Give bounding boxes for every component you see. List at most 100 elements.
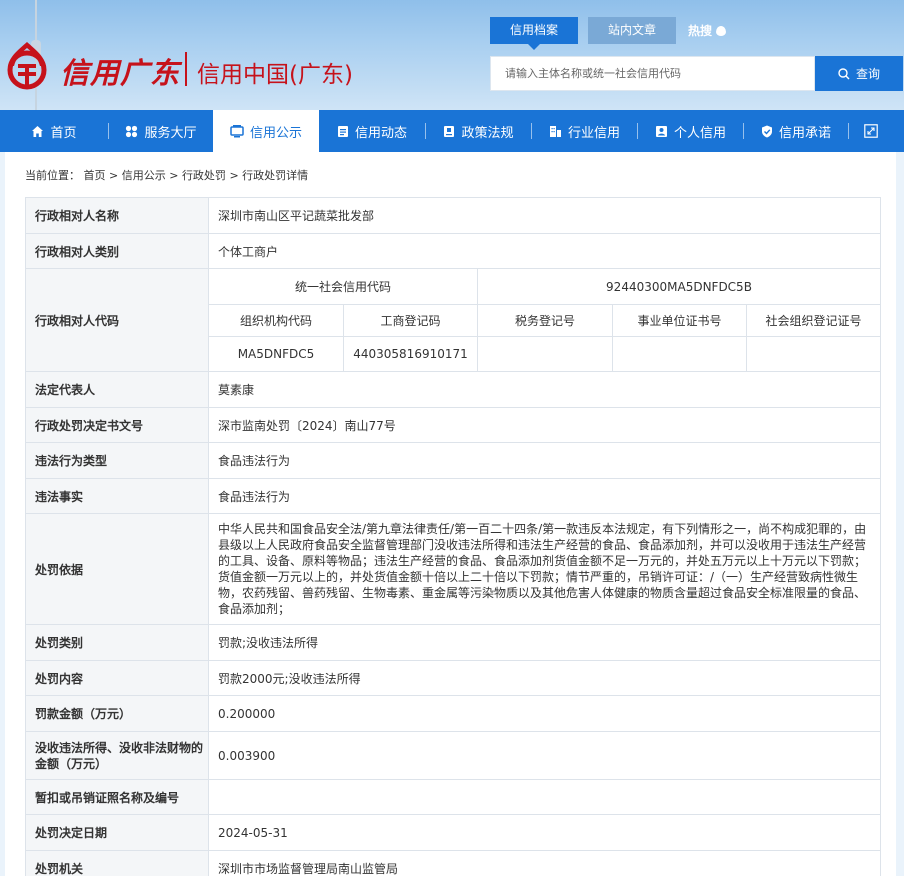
table-row: 行政相对人类别 个体工商户 [25, 233, 881, 269]
nav-label-credit-commitment: 信用承诺 [778, 125, 831, 141]
hot-search[interactable]: 热搜 [688, 22, 727, 39]
field-value: 食品违法行为 [208, 478, 881, 514]
code-value-social [746, 336, 881, 372]
nav-label-policy-regulations: 政策法规 [461, 125, 514, 141]
nav-label-credit-publicity: 信用公示 [249, 125, 302, 141]
expand-icon [864, 124, 878, 138]
field-value: 莫素康 [208, 371, 881, 408]
code-value-uscc: 92440300MA5DNFDC5B [477, 268, 881, 305]
building-icon [549, 125, 561, 137]
credit-logo-icon[interactable] [4, 40, 50, 92]
tab-credit-archive[interactable]: 信用档案 [490, 17, 579, 50]
nav-item-home[interactable]: 首页 [0, 110, 108, 152]
table-row: 处罚类别 罚款;没收违法所得 [25, 624, 881, 661]
code-header-org: 组织机构代码 [208, 304, 344, 337]
code-value-biz-reg: 440305816910171 [343, 336, 478, 372]
nav-item-personal-credit[interactable]: 个人信用 [638, 110, 743, 152]
penalty-detail-table: 行政相对人名称 深圳市南山区平记蔬菜批发部 行政相对人类别 个体工商户 行政相对… [25, 197, 881, 876]
table-row: 没收违法所得、没收非法财物的金额（万元） 0.003900 [25, 731, 881, 780]
field-value: 罚款2000元;没收违法所得 [208, 660, 881, 696]
nav-item-industry-credit[interactable]: 行业信用 [532, 110, 637, 152]
code-header-uscc: 统一社会信用代码 [208, 268, 478, 305]
field-value: 中华人民共和国食品安全法/第九章法律责任/第一百二十四条/第一款违反本法规定，有… [208, 513, 881, 625]
logo-text[interactable]: 信用广东 [60, 50, 180, 92]
field-value [208, 779, 881, 815]
nav-label-credit-news: 信用动态 [354, 125, 407, 141]
search-button-label: 查询 [855, 67, 880, 81]
nav-item-credit-publicity[interactable]: 信用公示 [213, 110, 319, 152]
code-header-tax: 税务登记号 [477, 304, 613, 337]
breadcrumb: 当前位置： 首页 > 信用公示 > 行政处罚 > 行政处罚详情 [25, 167, 308, 183]
search-input[interactable] [491, 57, 814, 90]
nav-item-credit-commitment[interactable]: 信用承诺 [744, 110, 848, 152]
table-row: 暂扣或吊销证照名称及编号 [25, 779, 881, 815]
monitor-icon [230, 124, 244, 137]
table-row: 违法行为类型 食品违法行为 [25, 442, 881, 479]
code-value-tax [477, 336, 613, 372]
nav-label-service-hall: 服务大厅 [144, 125, 197, 141]
table-row: 行政处罚决定书文号 深市监南处罚〔2024〕南山77号 [25, 407, 881, 443]
table-row: 罚款金额（万元） 0.200000 [25, 695, 881, 732]
tab-site-articles[interactable]: 站内文章 [588, 17, 677, 44]
field-value: 0.003900 [208, 731, 881, 780]
shield-icon [761, 125, 772, 137]
nav-label-personal-credit: 个人信用 [673, 125, 726, 141]
nav-item-policy-regulations[interactable]: 政策法规 [426, 110, 531, 152]
breadcrumb-separator: > [109, 169, 119, 182]
field-value: 食品违法行为 [208, 442, 881, 479]
field-label: 行政相对人名称 [25, 197, 209, 234]
breadcrumb-item-admin-penalty[interactable]: 行政处罚 [182, 169, 226, 182]
person-card-icon [655, 125, 667, 137]
table-row: 处罚内容 罚款2000元;没收违法所得 [25, 660, 881, 696]
field-label: 行政相对人代码 [25, 268, 209, 372]
code-header-inst: 事业单位证书号 [612, 304, 747, 337]
breadcrumb-item-penalty-detail: 行政处罚详情 [242, 169, 309, 182]
site-name[interactable]: 信用中国(广东) [197, 55, 353, 89]
main-content: 当前位置： 首页 > 信用公示 > 行政处罚 > 行政处罚详情 行政相对人名称 … [5, 152, 896, 876]
site-header: 信用广东 信用中国(广东) 信用档案 站内文章 热搜 查询 [0, 0, 904, 110]
field-value: 罚款;没收违法所得 [208, 624, 881, 661]
field-label: 罚款金额（万元） [25, 695, 209, 732]
table-row: 处罚依据 中华人民共和国食品安全法/第九章法律责任/第一百二十四条/第一款违反本… [25, 513, 881, 625]
grid-icon [126, 125, 138, 137]
nav-label-home: 首页 [50, 125, 77, 141]
nav-expand-button[interactable] [849, 110, 899, 152]
nav-item-service-hall[interactable]: 服务大厅 [109, 110, 213, 152]
home-icon [32, 125, 44, 137]
field-value: 深市监南处罚〔2024〕南山77号 [208, 407, 881, 443]
field-label: 没收违法所得、没收非法财物的金额（万元） [25, 731, 209, 780]
breadcrumb-separator: > [169, 169, 179, 182]
field-value: 个体工商户 [208, 233, 881, 269]
breadcrumb-item-home[interactable]: 首页 [84, 169, 106, 182]
field-value: 深圳市南山区平记蔬菜批发部 [208, 197, 881, 234]
table-row: 行政相对人名称 深圳市南山区平记蔬菜批发部 [25, 197, 881, 234]
document-icon [337, 125, 348, 137]
field-label: 处罚类别 [25, 624, 209, 661]
search-button[interactable]: 查询 [815, 56, 903, 91]
code-value-org: MA5DNFDC5 [208, 336, 344, 372]
table-row: 违法事实 食品违法行为 [25, 478, 881, 514]
nav-item-credit-news[interactable]: 信用动态 [319, 110, 425, 152]
book-icon [444, 125, 455, 137]
breadcrumb-separator: > [229, 169, 239, 182]
field-value: 2024-05-31 [208, 814, 881, 851]
logo-divider [185, 52, 187, 86]
field-label: 处罚机关 [25, 850, 209, 876]
code-value-inst [612, 336, 747, 372]
search-tabs: 信用档案 站内文章 热搜 [490, 17, 727, 50]
hot-search-label: 热搜 [688, 24, 713, 38]
search-icon [838, 67, 850, 79]
breadcrumb-item-credit-publicity[interactable]: 信用公示 [122, 169, 166, 182]
field-value: 0.200000 [208, 695, 881, 732]
breadcrumb-prefix: 当前位置： [25, 169, 80, 182]
field-label: 法定代表人 [25, 371, 209, 408]
field-label: 违法事实 [25, 478, 209, 514]
table-row: 行政相对人代码 统一社会信用代码 92440300MA5DNFDC5B [25, 268, 881, 372]
field-label: 处罚依据 [25, 513, 209, 625]
flame-icon [716, 25, 727, 36]
field-label: 处罚决定日期 [25, 814, 209, 851]
field-label: 行政相对人类别 [25, 233, 209, 269]
main-nav: 首页 服务大厅 信用公示 信用动态 政策法规 行业信用 个人信用 信用承诺 [0, 110, 904, 152]
code-header-social: 社会组织登记证号 [746, 304, 881, 337]
nav-label-industry-credit: 行业信用 [567, 125, 620, 141]
